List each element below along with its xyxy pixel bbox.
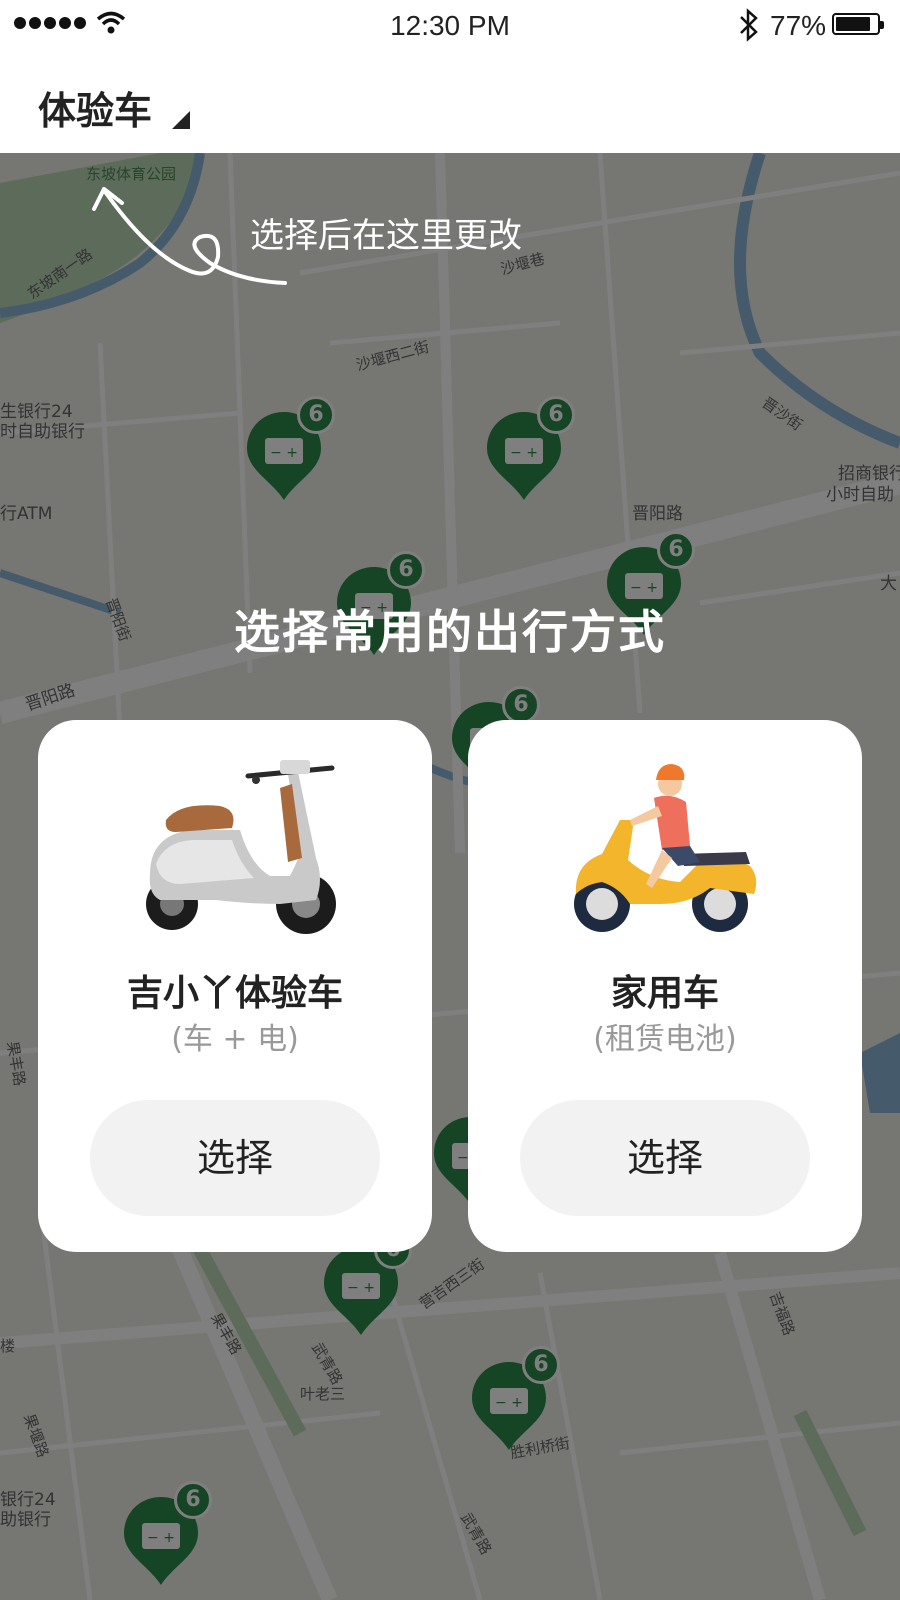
electric-scooter-image <box>146 760 336 934</box>
bluetooth-icon <box>740 8 758 42</box>
battery-icon <box>832 13 884 35</box>
select-button[interactable]: 选择 <box>90 1100 380 1216</box>
status-time: 12:30 PM <box>390 10 510 41</box>
vehicle-mode-label: 体验车 <box>38 89 153 133</box>
option-title: 家用车 <box>610 973 719 1014</box>
option-card-experience[interactable]: 吉小丫体验车 (车 + 电) 选择 <box>38 720 432 1252</box>
selection-title: 选择常用的出行方式 <box>234 605 666 659</box>
option-title: 吉小丫体验车 <box>126 973 343 1014</box>
scooter-rider-image <box>574 764 757 932</box>
triangle-down-icon <box>172 111 191 129</box>
status-bar: 12:30 PM 77% <box>0 0 900 50</box>
header: 体验车 <box>0 50 900 153</box>
vehicle-mode-selector[interactable]: 体验车 <box>38 80 191 135</box>
battery-percent: 77% <box>770 10 827 41</box>
select-button[interactable]: 选择 <box>520 1100 810 1216</box>
hint-text: 选择后在这里更改 <box>250 216 522 256</box>
option-subtitle: (租赁电池) <box>593 1022 737 1057</box>
option-card-home[interactable]: 家用车 (租赁电池) 选择 <box>468 720 862 1252</box>
option-subtitle: (车 + 电) <box>171 1022 299 1057</box>
